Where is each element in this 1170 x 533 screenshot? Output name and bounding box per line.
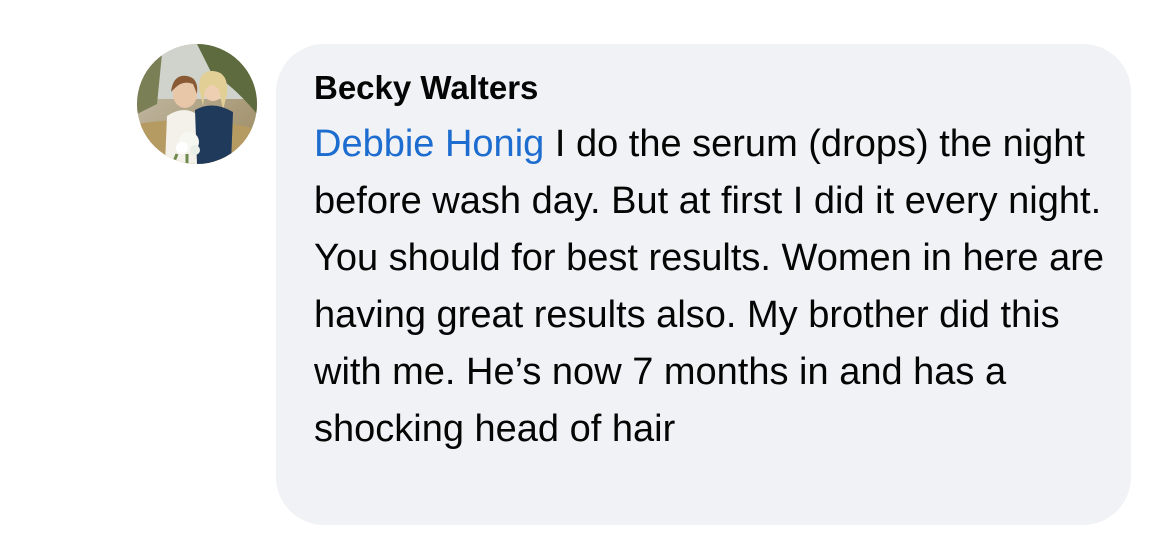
avatar-image [137, 44, 257, 164]
avatar[interactable] [137, 44, 257, 164]
comment-author[interactable]: Becky Walters [314, 68, 538, 108]
mention-link[interactable]: Debbie Honig [314, 123, 544, 165]
comment-text: Debbie Honig I do the serum (drops) the … [314, 116, 1104, 458]
comment-bubble: Becky Walters Debbie Honig I do the seru… [276, 44, 1131, 525]
comment-message: I do the serum (drops) the night before … [314, 123, 1105, 450]
